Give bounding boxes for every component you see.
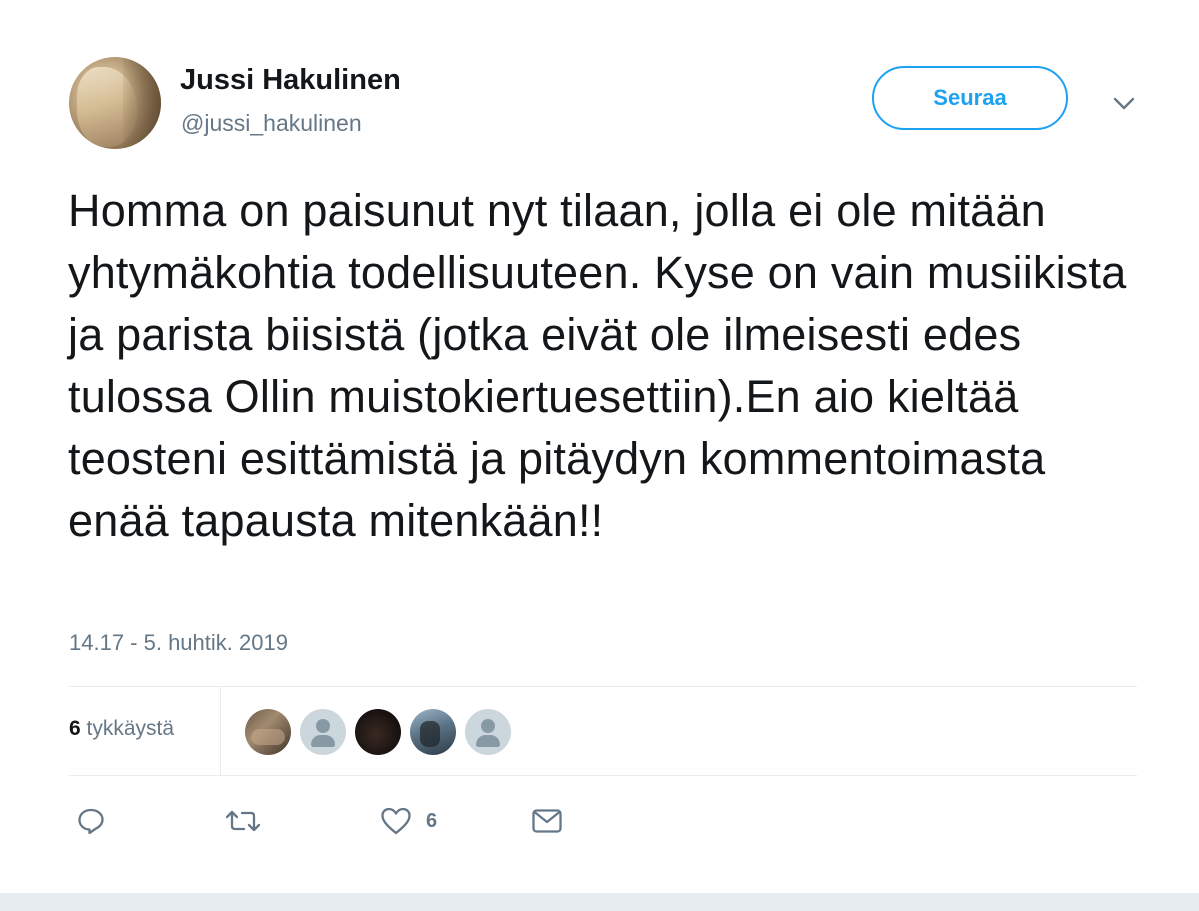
retweet-icon xyxy=(224,806,262,836)
tweet-timestamp[interactable]: 14.17 - 5. huhtik. 2019 xyxy=(69,630,288,656)
divider xyxy=(69,775,1137,776)
likes-stat[interactable]: 6 tykkäystä xyxy=(69,717,174,741)
author-display-name[interactable]: Jussi Hakulinen xyxy=(180,64,401,97)
tweet-card: Jussi Hakulinen @jussi_hakulinen Seuraa … xyxy=(0,0,1199,893)
likes-count: 6 xyxy=(69,717,81,740)
chevron-down-icon[interactable] xyxy=(1110,90,1138,118)
page-background xyxy=(0,893,1199,911)
author-avatar[interactable] xyxy=(69,57,161,149)
divider xyxy=(69,686,1137,687)
author-handle[interactable]: @jussi_hakulinen xyxy=(181,110,362,137)
reply-button[interactable] xyxy=(76,805,106,837)
like-button[interactable]: 6 xyxy=(380,805,437,837)
divider xyxy=(220,687,221,775)
liker-avatar[interactable] xyxy=(465,709,511,755)
liker-avatar[interactable] xyxy=(245,709,291,755)
like-count: 6 xyxy=(426,809,438,832)
follow-button[interactable]: Seuraa xyxy=(872,66,1068,130)
retweet-button[interactable] xyxy=(224,805,262,837)
tweet-text: Homma on paisunut nyt tilaan, jolla ei o… xyxy=(68,185,1127,546)
reply-icon xyxy=(76,806,106,836)
heart-icon xyxy=(380,806,412,836)
liker-avatar[interactable] xyxy=(410,709,456,755)
likes-label: tykkäystä xyxy=(86,717,175,740)
envelope-icon xyxy=(531,807,563,835)
liker-avatar[interactable] xyxy=(355,709,401,755)
liker-avatar[interactable] xyxy=(300,709,346,755)
direct-message-button[interactable] xyxy=(531,805,563,837)
